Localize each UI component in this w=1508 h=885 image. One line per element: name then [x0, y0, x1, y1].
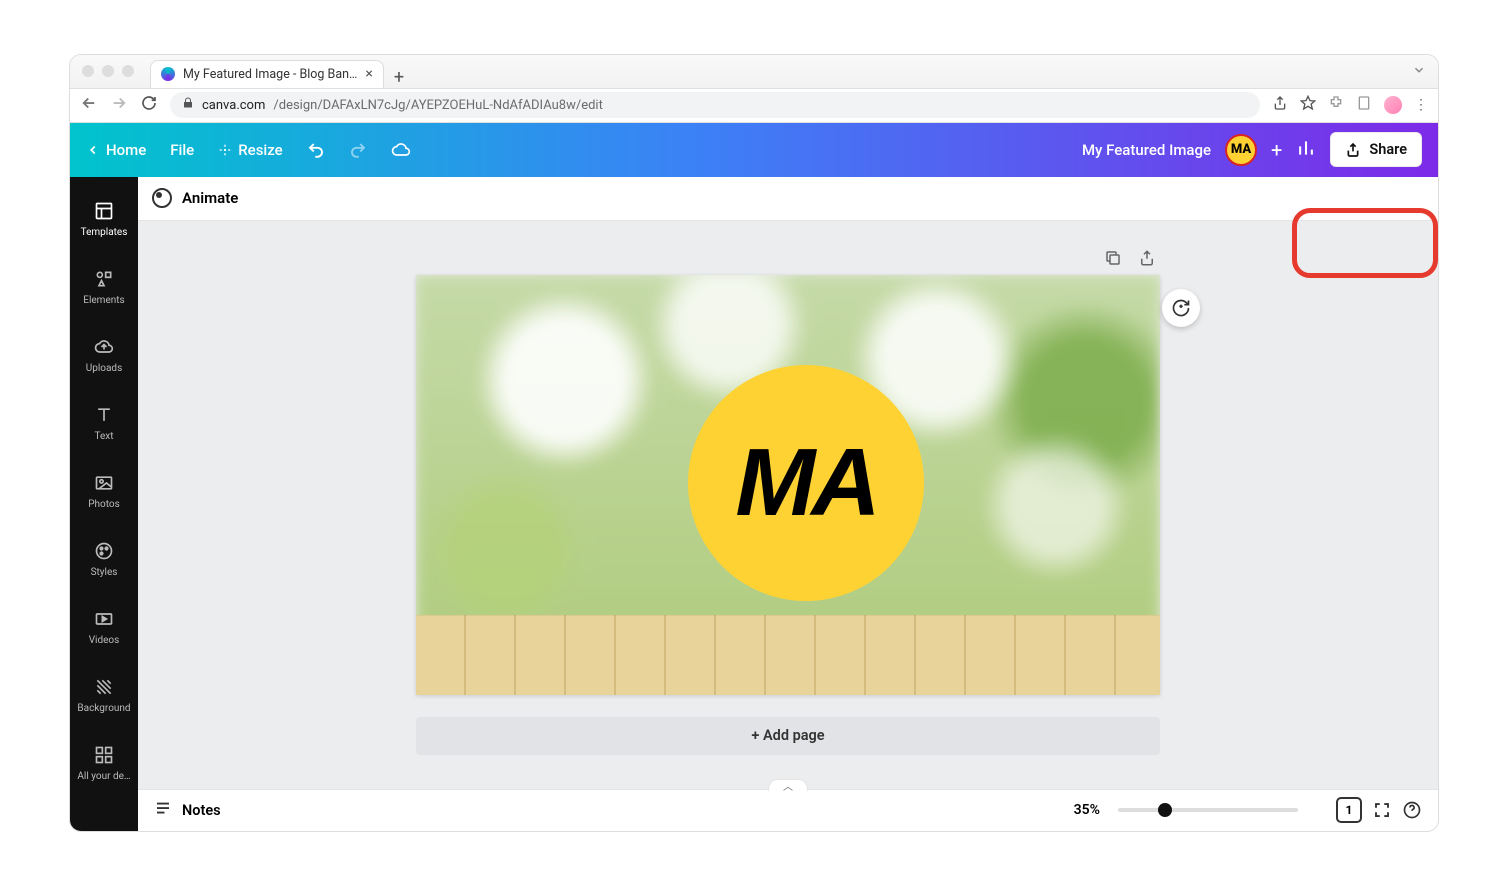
- animate-icon: [152, 188, 172, 208]
- address-bar: canva.com/design/DAFAxLN7cJg/AYEPZOEHuL-…: [70, 89, 1438, 123]
- home-label: Home: [106, 141, 146, 159]
- sidebar-item-styles[interactable]: Styles: [70, 525, 138, 593]
- profile-avatar-icon[interactable]: [1384, 96, 1402, 114]
- logo-text: MA: [735, 428, 876, 538]
- sidebar-item-photos[interactable]: Photos: [70, 457, 138, 525]
- sidebar-label: Elements: [70, 295, 138, 306]
- url-path: /design/DAFAxLN7cJg/AYEPZOEHuL-NdAfADIAu…: [273, 98, 602, 113]
- sidebar-label: Text: [70, 431, 138, 442]
- share-url-icon[interactable]: [1272, 95, 1288, 115]
- browser-titlebar: My Featured Image - Blog Ban… × +: [70, 55, 1438, 89]
- sidebar-label: Uploads: [70, 363, 138, 374]
- canva-favicon-icon: [161, 67, 175, 81]
- cloud-sync-icon[interactable]: [391, 140, 411, 160]
- redo-button[interactable]: [349, 141, 367, 159]
- lock-icon: [182, 97, 194, 113]
- add-page-icon[interactable]: [1138, 249, 1158, 269]
- tabs-dropdown-icon[interactable]: [1412, 62, 1426, 81]
- app-topbar: Home File Resize My Featured Image: [70, 123, 1438, 177]
- help-icon[interactable]: [1402, 800, 1422, 820]
- user-avatar[interactable]: MA: [1225, 134, 1257, 166]
- minimize-window[interactable]: [102, 65, 114, 77]
- duplicate-page-icon[interactable]: [1104, 249, 1124, 269]
- sidebar-item-uploads[interactable]: Uploads: [70, 321, 138, 389]
- sidebar-label: Styles: [70, 567, 138, 578]
- browser-tab[interactable]: My Featured Image - Blog Ban… ×: [150, 60, 384, 88]
- context-toolbar: Animate: [138, 177, 1438, 221]
- notes-button[interactable]: Notes: [182, 802, 221, 819]
- new-tab-button[interactable]: +: [394, 67, 404, 88]
- sidebar-label: All your de…: [70, 771, 138, 782]
- sidebar-item-all-designs[interactable]: All your de…: [70, 729, 138, 797]
- home-button[interactable]: Home: [86, 141, 146, 159]
- sidebar-item-elements[interactable]: Elements: [70, 253, 138, 321]
- undo-button[interactable]: [307, 141, 325, 159]
- bookmark-icon[interactable]: [1300, 95, 1316, 115]
- share-label: Share: [1369, 141, 1407, 158]
- logo-shape[interactable]: MA: [688, 365, 924, 601]
- zoom-thumb[interactable]: [1158, 803, 1172, 817]
- videos-icon: [93, 608, 115, 630]
- zoom-slider[interactable]: [1118, 808, 1298, 812]
- resize-label: Resize: [238, 141, 282, 159]
- text-icon: [93, 404, 115, 426]
- sidebar-item-videos[interactable]: Videos: [70, 593, 138, 661]
- photos-icon: [93, 472, 115, 494]
- sidebar-label: Photos: [70, 499, 138, 510]
- design-canvas[interactable]: MA: [416, 275, 1160, 695]
- close-window[interactable]: [82, 65, 94, 77]
- url-field[interactable]: canva.com/design/DAFAxLN7cJg/AYEPZOEHuL-…: [170, 92, 1260, 118]
- url-host: canva.com: [202, 98, 265, 113]
- add-page-button[interactable]: + Add page: [416, 717, 1160, 755]
- all-designs-icon: [93, 744, 115, 766]
- sidebar-label: Videos: [70, 635, 138, 646]
- resize-button[interactable]: Resize: [218, 141, 282, 159]
- elements-icon: [93, 268, 115, 290]
- bottom-bar: ︿ Notes 35% 1: [138, 789, 1438, 831]
- file-menu[interactable]: File: [170, 141, 194, 159]
- maximize-window[interactable]: [122, 65, 134, 77]
- forward-button[interactable]: [110, 94, 128, 116]
- tab-title: My Featured Image - Blog Ban…: [183, 67, 357, 82]
- sidebar-item-background[interactable]: Background: [70, 661, 138, 729]
- background-icon: [93, 676, 115, 698]
- reload-button[interactable]: [140, 95, 158, 115]
- insights-icon[interactable]: [1296, 138, 1316, 162]
- share-button[interactable]: Share: [1330, 132, 1422, 167]
- sidebar-item-templates[interactable]: Templates: [70, 185, 138, 253]
- templates-icon: [93, 200, 115, 222]
- extensions-icon[interactable]: [1328, 95, 1344, 115]
- sidebar-item-text[interactable]: Text: [70, 389, 138, 457]
- uploads-icon: [93, 336, 115, 358]
- sidebar-label: Background: [70, 703, 138, 714]
- animate-button[interactable]: Animate: [182, 189, 238, 207]
- design-title[interactable]: My Featured Image: [1082, 141, 1211, 159]
- reading-list-icon[interactable]: [1356, 95, 1372, 115]
- add-page-label: + Add page: [751, 727, 824, 744]
- browser-menu-icon[interactable]: ⋮: [1414, 97, 1428, 113]
- zoom-level[interactable]: 35%: [1074, 802, 1100, 818]
- wood-floor: [416, 615, 1160, 695]
- back-button[interactable]: [80, 94, 98, 116]
- expand-pages-icon[interactable]: ︿: [768, 779, 808, 791]
- canvas-area[interactable]: MA + Add page: [138, 221, 1438, 789]
- file-label: File: [170, 141, 194, 159]
- tab-close-icon[interactable]: ×: [365, 66, 372, 82]
- sidebar-label: Templates: [70, 227, 138, 238]
- side-panel: Templates Elements Uploads Text Photos: [70, 177, 138, 831]
- notes-icon: [154, 799, 172, 821]
- fullscreen-icon[interactable]: [1372, 800, 1392, 820]
- window-controls[interactable]: [82, 65, 134, 77]
- add-collaborator-button[interactable]: +: [1271, 138, 1282, 162]
- comment-fab[interactable]: [1162, 289, 1200, 327]
- styles-icon: [93, 540, 115, 562]
- page-count-badge[interactable]: 1: [1336, 797, 1362, 823]
